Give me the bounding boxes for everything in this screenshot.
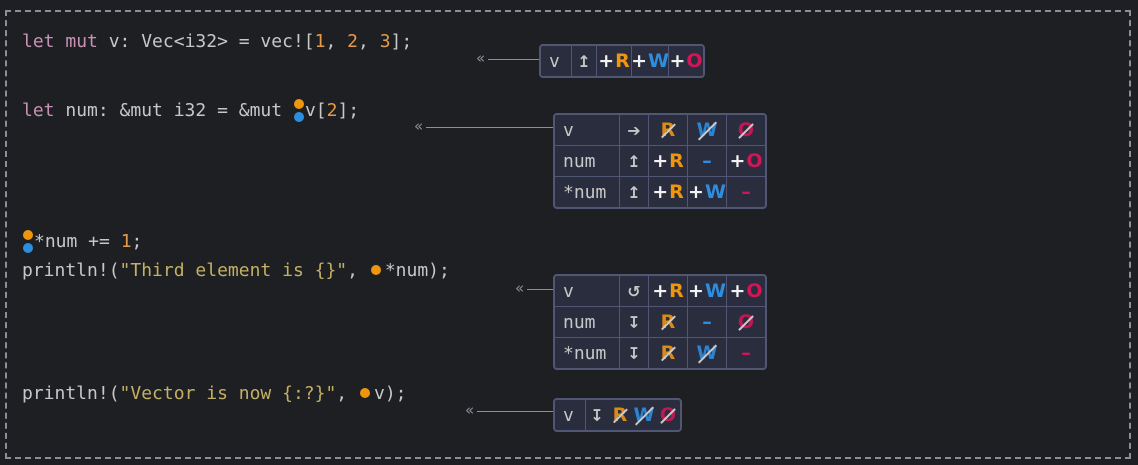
perm-read-gained: + R xyxy=(648,276,687,306)
perm-own-none: – xyxy=(726,338,765,368)
arrow-down-icon: ↧ xyxy=(619,307,648,337)
var-name: num xyxy=(563,150,596,172)
var-name: num xyxy=(563,311,596,333)
perm-own-lost: O xyxy=(726,307,765,337)
read-marker xyxy=(359,388,370,398)
perm-own-lost: O xyxy=(726,115,765,145)
permission-table-3: v ↺ + R + W + O num ↧ R – O *num ↧ R W – xyxy=(553,274,767,370)
perm-row-v: v ➔ R W O xyxy=(555,115,765,145)
arrow-restore-icon: ↺ xyxy=(619,276,648,306)
connector-lead: « xyxy=(414,117,424,135)
perm-row-v: v ↥ + R + W + O xyxy=(541,46,703,76)
arrow-down-icon: ↧ xyxy=(585,400,608,430)
permission-table-2: v ➔ R W O num ↥ + R – + O *num ↥ + R + W – xyxy=(553,113,767,209)
perm-own-gained: + O xyxy=(726,276,765,306)
connector-line xyxy=(477,411,555,412)
perm-read-lost: R xyxy=(648,307,687,337)
arrow-right-icon: ➔ xyxy=(619,115,648,145)
code-line-1: let mut v: Vec<i32> = vec![1, 2, 3]; xyxy=(22,31,413,52)
perm-row-deref-num: *num ↧ R W – xyxy=(555,337,765,368)
perm-read-gained: + R xyxy=(648,177,687,207)
perm-write-none: – xyxy=(687,146,726,176)
code-line-4: println!("Third element is {}", *num); xyxy=(22,260,450,281)
perm-row-deref-num: *num ↥ + R + W – xyxy=(555,176,765,207)
perm-row-v: v ↺ + R + W + O xyxy=(555,276,765,306)
perm-write-none: – xyxy=(687,307,726,337)
perm-row-v: v ↧ R W O xyxy=(555,400,680,430)
permission-table-1: v ↥ + R + W + O xyxy=(539,44,705,78)
var-name: v xyxy=(563,280,574,302)
perm-write-gained: + W xyxy=(687,276,726,306)
perm-write-lost: W xyxy=(687,115,726,145)
perm-own-gained: + O xyxy=(726,146,765,176)
perm-row-num: num ↥ + R – + O xyxy=(555,145,765,176)
perm-write-lost: W xyxy=(633,404,655,426)
perm-read-lost: R xyxy=(648,338,687,368)
borrow-point-marker xyxy=(293,99,305,123)
connector-line xyxy=(527,289,555,290)
perm-own-gained: + O xyxy=(668,46,703,76)
perm-write-gained: + W xyxy=(687,177,726,207)
deref-marker xyxy=(22,230,34,254)
var-name: *num xyxy=(563,181,607,203)
perm-write-lost: W xyxy=(687,338,726,368)
perm-read-gained: + R xyxy=(648,146,687,176)
code-line-2: let num: &mut i32 = &mut v[2]; xyxy=(22,99,360,123)
var-name: *num xyxy=(563,342,607,364)
code-line-3: *num += 1; xyxy=(22,230,142,254)
var-name: v xyxy=(563,119,574,141)
read-marker xyxy=(370,265,381,275)
connector-lead: « xyxy=(476,49,486,67)
arrow-up-icon: ↥ xyxy=(619,177,648,207)
connector-lead: « xyxy=(465,401,475,419)
permission-table-4: v ↧ R W O xyxy=(553,398,682,432)
perm-row-num: num ↧ R – O xyxy=(555,306,765,337)
connector-line xyxy=(426,127,555,128)
perm-read-lost: R xyxy=(612,404,628,426)
perm-own-none: – xyxy=(726,177,765,207)
arrow-up-icon: ↥ xyxy=(571,46,596,76)
arrow-up-icon: ↥ xyxy=(619,146,648,176)
perm-write-gained: + W xyxy=(631,46,669,76)
var-name: v xyxy=(549,50,560,72)
perm-read-lost: R xyxy=(648,115,687,145)
code-line-5: println!("Vector is now {:?}", v); xyxy=(22,383,407,404)
arrow-down-icon: ↧ xyxy=(619,338,648,368)
perm-own-lost: O xyxy=(659,404,677,426)
connector-line xyxy=(488,59,540,60)
perm-read-gained: + R xyxy=(596,46,631,76)
connector-lead: « xyxy=(515,279,525,297)
var-name: v xyxy=(563,404,574,426)
